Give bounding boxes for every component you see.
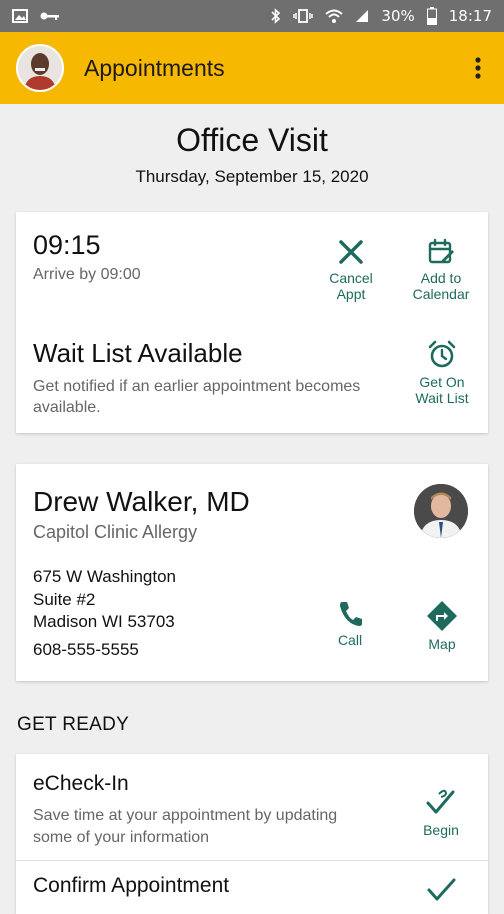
- call-button[interactable]: Call: [320, 600, 380, 648]
- get-on-wait-list-button[interactable]: Get On Wait List: [404, 340, 480, 406]
- confirm-appointment-title: Confirm Appointment: [33, 874, 230, 897]
- cancel-appointment-button[interactable]: Cancel Appt: [316, 238, 386, 302]
- alarm-clock-icon: [428, 340, 456, 368]
- provider-name: Drew Walker, MD: [33, 486, 250, 517]
- key-icon: [40, 11, 60, 21]
- address-line3: Madison WI 53703: [33, 612, 175, 631]
- provider-photo: [414, 484, 468, 538]
- overflow-menu-button[interactable]: [464, 48, 492, 88]
- vibrate-icon: [293, 9, 314, 23]
- more-vertical-icon: [475, 57, 481, 79]
- clock: 18:17: [448, 7, 492, 25]
- divider: [16, 860, 488, 861]
- page-title: Office Visit: [176, 122, 328, 158]
- begin-label: Begin: [423, 822, 459, 838]
- echeckin-description: Save time at your appointment by updatin…: [33, 807, 338, 846]
- wifi-icon: [325, 9, 344, 23]
- provider-phone: 608-555-5555: [33, 640, 139, 659]
- map-button[interactable]: Map: [410, 600, 474, 652]
- close-icon: [339, 240, 363, 264]
- calendar-label-line1: Add to: [420, 270, 462, 286]
- address-line1: 675 W Washington: [33, 567, 176, 586]
- avatar[interactable]: [16, 44, 64, 92]
- image-icon: [12, 9, 28, 23]
- signal-icon: [355, 9, 369, 23]
- provider-address: 675 W Washington Suite #2 Madison WI 537…: [33, 566, 176, 634]
- add-to-calendar-button[interactable]: Add to Calendar: [400, 238, 482, 302]
- waitlist-description: Get notified if an earlier appointment b…: [33, 378, 361, 416]
- phone-icon: [340, 602, 362, 626]
- directions-icon: [427, 601, 457, 631]
- app-bar: Appointments: [0, 32, 504, 104]
- battery-percent: 30%: [381, 7, 415, 25]
- clinic-name: Capitol Clinic Allergy: [33, 522, 198, 542]
- get-ready-card: eCheck-In Save time at your appointment …: [16, 754, 488, 914]
- call-label: Call: [337, 632, 363, 648]
- appointment-date: Thursday, September 15, 2020: [135, 167, 369, 186]
- appointment-card: 09:15 Arrive by 09:00 Cancel Appt Add to…: [16, 212, 488, 433]
- waitlist-label-line2: Wait List: [415, 390, 469, 406]
- waitlist-label-line1: Get On: [419, 374, 465, 390]
- confirm-check-icon[interactable]: [426, 876, 458, 908]
- app-bar-title: Appointments: [84, 54, 225, 81]
- address-line2: Suite #2: [33, 589, 96, 609]
- waitlist-title: Wait List Available: [33, 338, 243, 368]
- cancel-label-line1: Cancel: [329, 270, 373, 286]
- bluetooth-icon: [271, 8, 281, 24]
- get-ready-heading: GET READY: [17, 714, 130, 735]
- cancel-label-line2: Appt: [336, 286, 366, 302]
- status-bar: 30% 18:17: [0, 0, 504, 32]
- calendar-label-line2: Calendar: [412, 286, 470, 302]
- provider-card: Drew Walker, MD Capitol Clinic Allergy 6…: [16, 464, 488, 681]
- arrive-by: Arrive by 09:00: [33, 266, 141, 283]
- echeckin-title: eCheck-In: [33, 772, 129, 795]
- appointment-time: 09:15: [33, 230, 101, 260]
- echeckin-check-icon: [426, 789, 455, 814]
- map-label: Map: [428, 636, 456, 652]
- battery-icon: [426, 7, 437, 25]
- begin-echeckin-button[interactable]: Begin: [406, 786, 476, 838]
- calendar-edit-icon: [428, 238, 454, 264]
